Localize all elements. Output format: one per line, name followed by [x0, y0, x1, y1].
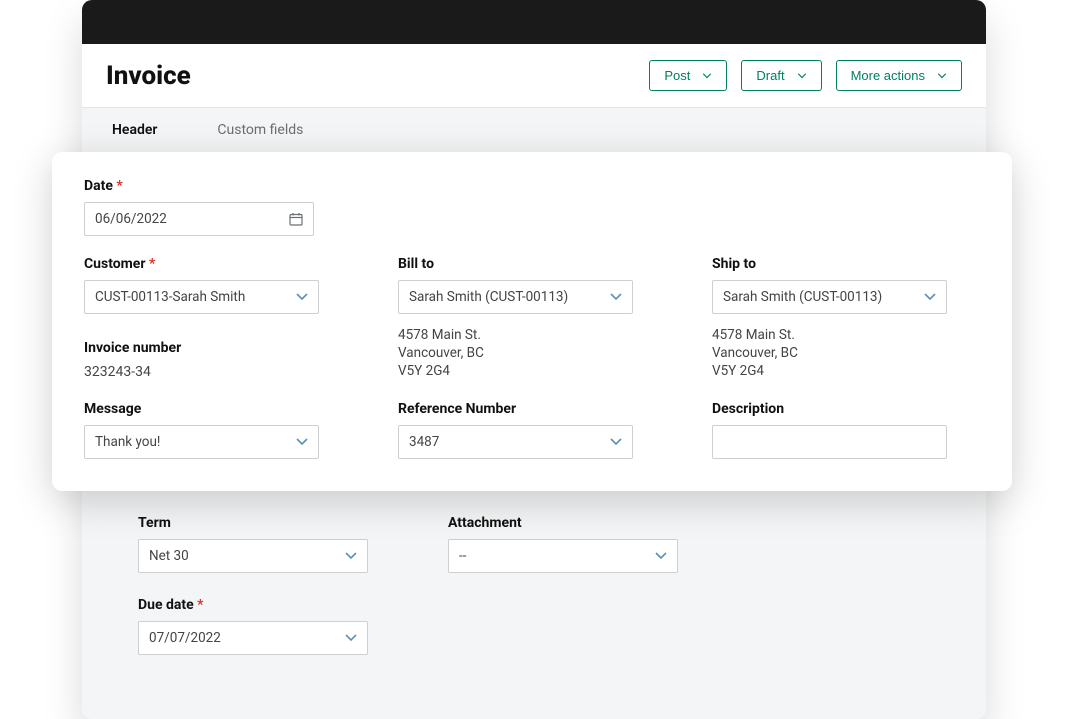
invoice-number-label: Invoice number	[84, 340, 374, 356]
bill-to-address: 4578 Main St. Vancouver, BC V5Y 2G4	[398, 326, 688, 381]
ship-to-block: Ship to Sarah Smith (CUST-00113) 4578 Ma…	[712, 256, 1002, 381]
header-actions: Post Draft More actions	[649, 60, 962, 91]
term-label: Term	[138, 515, 368, 531]
customer-select[interactable]: CUST-00113-Sarah Smith	[84, 280, 319, 314]
ship-to-select[interactable]: Sarah Smith (CUST-00113)	[712, 280, 947, 314]
chevron-down-icon	[296, 438, 308, 446]
due-date-value: 07/07/2022	[149, 630, 221, 646]
chevron-down-icon	[702, 73, 712, 79]
bill-to-addr2: Vancouver, BC	[398, 344, 688, 362]
bill-to-addr3: V5Y 2G4	[398, 362, 688, 380]
message-label: Message	[84, 401, 374, 417]
reference-number-value: 3487	[409, 434, 439, 450]
more-actions-button[interactable]: More actions	[836, 60, 962, 91]
chevron-down-icon	[610, 438, 622, 446]
term-value: Net 30	[149, 548, 189, 564]
customer-value: CUST-00113-Sarah Smith	[95, 289, 245, 305]
reference-number-select[interactable]: 3487	[398, 425, 633, 459]
date-label: Date	[84, 178, 980, 194]
chevron-down-icon	[797, 73, 807, 79]
message-value: Thank you!	[95, 434, 160, 450]
draft-button[interactable]: Draft	[741, 60, 821, 91]
post-button[interactable]: Post	[649, 60, 727, 91]
chevron-down-icon	[924, 293, 936, 301]
chevron-down-icon	[655, 552, 667, 560]
form-card-front: Date 06/06/2022 Customer CUST-00113-Sara…	[52, 152, 1012, 491]
bill-to-value: Sarah Smith (CUST-00113)	[409, 289, 568, 305]
draft-button-label: Draft	[756, 68, 784, 83]
chevron-down-icon	[296, 293, 308, 301]
message-block: Message Thank you!	[84, 401, 374, 459]
tab-header[interactable]: Header	[82, 108, 187, 155]
ship-to-addr3: V5Y 2G4	[712, 362, 1002, 380]
chevron-down-icon	[345, 634, 357, 642]
reference-number-block: Reference Number 3487	[398, 401, 688, 459]
bill-to-select[interactable]: Sarah Smith (CUST-00113)	[398, 280, 633, 314]
calendar-icon	[289, 212, 303, 226]
page-title: Invoice	[106, 61, 191, 91]
date-value: 06/06/2022	[95, 211, 167, 227]
term-select[interactable]: Net 30	[138, 539, 368, 573]
description-input[interactable]	[712, 425, 947, 459]
due-date-field: Due date 07/07/2022	[138, 597, 368, 655]
chevron-down-icon	[937, 73, 947, 79]
attachment-value: --	[459, 548, 466, 564]
ship-to-addr1: 4578 Main St.	[712, 326, 1002, 344]
bill-to-addr1: 4578 Main St.	[398, 326, 688, 344]
message-select[interactable]: Thank you!	[84, 425, 319, 459]
chevron-down-icon	[610, 293, 622, 301]
post-button-label: Post	[664, 68, 690, 83]
attachment-select[interactable]: --	[448, 539, 678, 573]
tabs: Header Custom fields	[82, 108, 986, 155]
window-title-bar	[82, 0, 986, 44]
invoice-number-value: 323243-34	[84, 364, 374, 380]
due-date-label: Due date	[138, 597, 368, 613]
due-date-select[interactable]: 07/07/2022	[138, 621, 368, 655]
header-bar: Invoice Post Draft More actions	[82, 44, 986, 108]
more-actions-label: More actions	[851, 68, 925, 83]
attachment-field: Attachment --	[448, 515, 678, 573]
chevron-down-icon	[345, 552, 357, 560]
customer-label: Customer	[84, 256, 374, 272]
date-input[interactable]: 06/06/2022	[84, 202, 314, 236]
description-label: Description	[712, 401, 1002, 417]
customer-block: Customer CUST-00113-Sarah Smith Invoice …	[84, 256, 374, 381]
ship-to-label: Ship to	[712, 256, 1002, 272]
bill-to-label: Bill to	[398, 256, 688, 272]
ship-to-addr2: Vancouver, BC	[712, 344, 1002, 362]
term-field: Term Net 30	[138, 515, 368, 573]
attachment-label: Attachment	[448, 515, 678, 531]
bill-to-block: Bill to Sarah Smith (CUST-00113) 4578 Ma…	[398, 256, 688, 381]
ship-to-address: 4578 Main St. Vancouver, BC V5Y 2G4	[712, 326, 1002, 381]
reference-number-label: Reference Number	[398, 401, 688, 417]
tab-custom-fields[interactable]: Custom fields	[187, 108, 333, 155]
description-block: Description	[712, 401, 1002, 459]
ship-to-value: Sarah Smith (CUST-00113)	[723, 289, 882, 305]
